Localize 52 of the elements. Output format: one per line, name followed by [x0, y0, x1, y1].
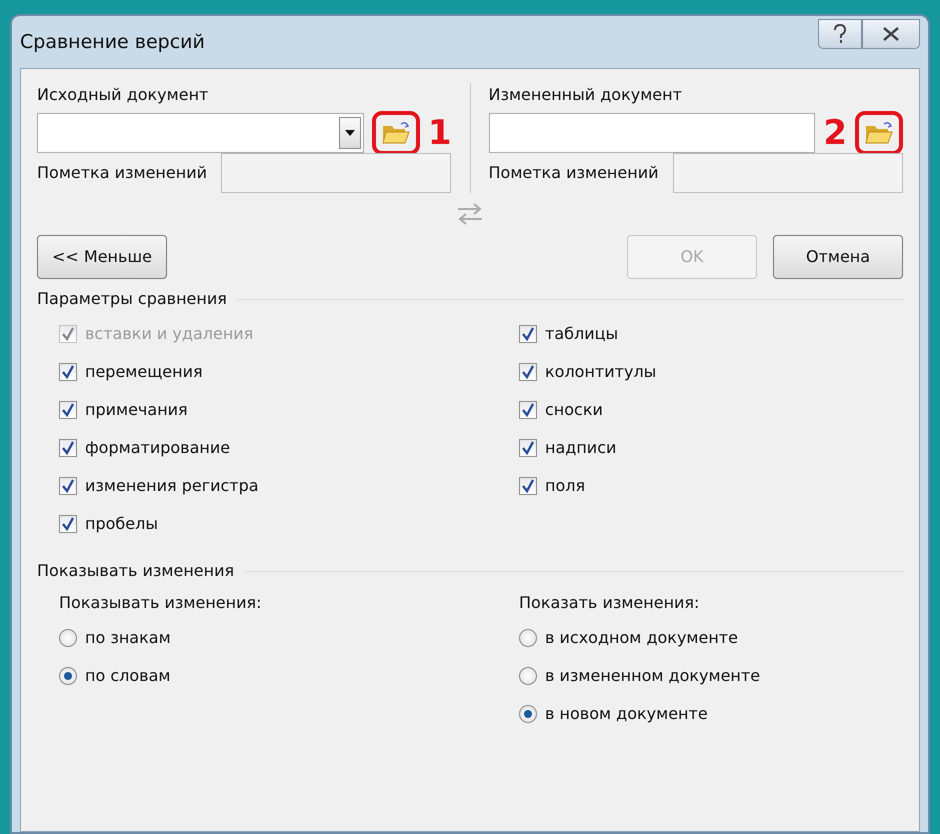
radio-button[interactable] — [519, 629, 537, 647]
field-label: Исходный документ — [37, 84, 210, 106]
checkbox-label: пробелы — [85, 513, 158, 535]
checkbox[interactable] — [519, 401, 537, 419]
checkbox-label: поля — [545, 475, 586, 497]
checkbox[interactable] — [59, 439, 77, 457]
folder-icon — [380, 120, 411, 146]
group-title: Показывать изменения — [37, 560, 234, 582]
checkbox-label: таблицы — [545, 323, 618, 345]
checkbox-label: форматирование — [85, 437, 230, 459]
help-icon — [832, 24, 848, 44]
help-button[interactable] — [818, 19, 862, 49]
radio-button[interactable] — [519, 667, 537, 685]
field-label: Измененный документ — [488, 84, 683, 106]
mark-field[interactable] — [672, 153, 902, 193]
radio-label: по словам — [85, 665, 170, 687]
field-label: Пометка изменений — [37, 162, 207, 184]
checkbox-label: вставки и удаления — [85, 323, 254, 345]
radio-group-label: Показать изменения: — [519, 592, 700, 614]
close-icon — [882, 26, 900, 42]
checkbox-label: колонтитулы — [545, 361, 656, 383]
mark-field[interactable] — [221, 153, 451, 193]
checkbox[interactable] — [519, 439, 537, 457]
annotation-number: 1 — [428, 116, 452, 150]
annotation-number: 2 — [823, 116, 847, 150]
checkbox[interactable] — [519, 363, 537, 381]
folder-icon — [864, 120, 894, 146]
checkbox-label: надписи — [545, 437, 616, 459]
group-title: Параметры сравнения — [37, 288, 227, 310]
radio-label: в новом документе — [545, 703, 708, 725]
radio-button[interactable] — [519, 705, 537, 723]
checkbox[interactable] — [519, 325, 537, 343]
checkbox[interactable] — [59, 515, 77, 533]
checkbox[interactable] — [59, 401, 77, 419]
radio-label: в исходном документе — [545, 627, 738, 649]
checkbox-label: сноски — [545, 399, 603, 421]
checkbox-label: изменения регистра — [85, 475, 259, 497]
field-label: Пометка изменений — [488, 162, 658, 184]
window-title: Сравнение версий — [20, 30, 205, 55]
checkbox-label: перемещения — [85, 361, 203, 383]
radio-group-label: Показывать изменения: — [59, 592, 262, 614]
checkbox[interactable] — [59, 363, 77, 381]
checkbox[interactable] — [519, 477, 537, 495]
dialog-button[interactable]: Отмена — [773, 235, 903, 279]
checkbox[interactable] — [59, 477, 77, 495]
radio-button[interactable] — [59, 667, 77, 685]
radio-label: по знакам — [85, 627, 171, 649]
radio-label: в измененном документе — [545, 665, 760, 687]
checkbox-label: примечания — [85, 399, 188, 421]
radio-button[interactable] — [59, 629, 77, 647]
close-button[interactable] — [862, 19, 920, 49]
dialog-button[interactable]: << Меньше — [37, 235, 167, 279]
